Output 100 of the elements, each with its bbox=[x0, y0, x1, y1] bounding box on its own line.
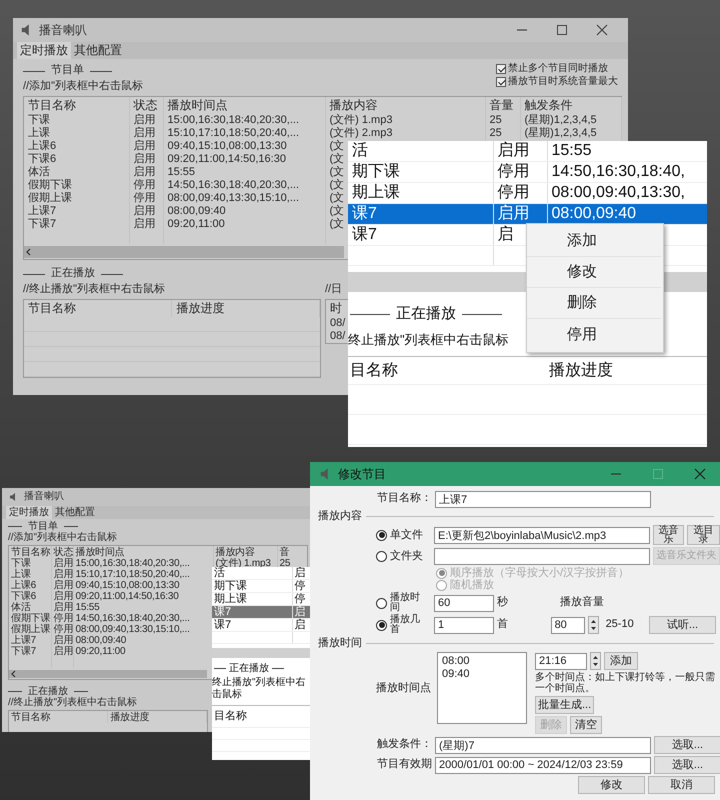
radio-button[interactable] bbox=[376, 550, 387, 562]
table-cell: 上课6 bbox=[24, 140, 129, 153]
input-field[interactable] bbox=[434, 548, 650, 564]
radio-option[interactable]: 播放时间 bbox=[376, 593, 431, 613]
table-cell: 上课7 bbox=[9, 635, 51, 646]
close-icon[interactable] bbox=[596, 24, 608, 36]
column-header: 节目名称 bbox=[9, 546, 51, 558]
table-cell: 停用 bbox=[129, 179, 163, 192]
radio-option[interactable]: 单文件 bbox=[376, 529, 431, 541]
window-title: 播音喇叭 bbox=[39, 22, 87, 38]
button[interactable]: 修改 bbox=[578, 776, 645, 794]
table-cell: 期下课 bbox=[212, 580, 292, 592]
button[interactable]: 选取... bbox=[654, 736, 720, 754]
radio-button[interactable] bbox=[376, 530, 387, 540]
input-field[interactable]: 上课7 bbox=[435, 490, 651, 508]
table-cell: 上课 bbox=[9, 569, 51, 580]
table-cell: 09:20,11:00,14:50,16:30 bbox=[163, 153, 325, 166]
button[interactable]: 清空 bbox=[570, 716, 602, 734]
table-row[interactable]: 活 启用 15:55 bbox=[348, 141, 707, 162]
table-cell: 启用 bbox=[129, 140, 163, 153]
tab[interactable]: 定时播放 bbox=[6, 506, 52, 519]
input-field[interactable]: E:\更新包2\boyinlaba\Music\2.mp3 bbox=[434, 526, 650, 544]
table-cell: 课7 bbox=[348, 224, 493, 246]
column-header: 节目名称 bbox=[9, 711, 108, 723]
close-icon[interactable] bbox=[694, 468, 706, 480]
spin-button[interactable] bbox=[590, 652, 601, 670]
speaker-icon bbox=[8, 492, 18, 502]
hint-text: //终止播放"列表框中右击鼠标 bbox=[23, 282, 166, 297]
button[interactable]: 试听... bbox=[649, 616, 716, 634]
table-cell: 启用 bbox=[129, 114, 163, 127]
group-heading: 播放时间 bbox=[318, 636, 362, 650]
input-field[interactable]: (星期)7 bbox=[435, 736, 651, 754]
table-cell: 下课7 bbox=[24, 218, 129, 231]
button[interactable]: 添加 bbox=[604, 652, 638, 670]
button[interactable]: 取消 bbox=[648, 776, 715, 794]
list-item[interactable]: 09:40 bbox=[442, 668, 522, 682]
tab[interactable]: 定时播放 bbox=[17, 42, 71, 59]
horizontal-scrollbar[interactable] bbox=[24, 246, 344, 258]
table-row[interactable]: 课7 启用 08:00,09:40 bbox=[348, 204, 707, 224]
table-cell: 08:00,09:40 bbox=[547, 204, 707, 224]
checkbox[interactable] bbox=[496, 64, 506, 74]
button[interactable]: 选目录 bbox=[687, 525, 720, 545]
tab[interactable]: 其他配置 bbox=[52, 506, 98, 519]
checkbox-option[interactable]: 禁止多个节目同时播放 bbox=[496, 63, 608, 75]
column-header: 播放时间点 bbox=[73, 546, 213, 558]
group-heading: 播放内容 bbox=[318, 510, 362, 524]
section-heading: 正在播放 bbox=[51, 267, 95, 281]
menu-item[interactable]: 修改 bbox=[527, 257, 661, 288]
input-field[interactable]: 1 bbox=[434, 616, 494, 634]
button[interactable]: 选音乐 bbox=[653, 525, 684, 545]
list-item[interactable]: 08:00 bbox=[442, 655, 522, 668]
table-row[interactable]: 期下课 停用 14:50,16:30,18:40, bbox=[348, 162, 707, 182]
column-header: 播放内容 bbox=[325, 97, 485, 114]
section-heading: 节目单 bbox=[28, 520, 58, 532]
table-row[interactable]: 课7 启 bbox=[212, 606, 310, 618]
table-cell: 09:40,15:10,08:00,13:30 bbox=[163, 140, 325, 153]
input-field[interactable]: 80 bbox=[550, 616, 585, 634]
table-cell: 活 bbox=[348, 141, 493, 162]
spin-button[interactable] bbox=[588, 616, 599, 634]
column-header: 播放进度 bbox=[108, 711, 206, 723]
menu-item[interactable]: 删除 bbox=[527, 288, 661, 319]
section-heading: 正在播放 bbox=[28, 686, 68, 696]
radio-option[interactable]: 文件夹 bbox=[376, 550, 431, 562]
button[interactable]: 选取... bbox=[654, 756, 720, 774]
menu-item[interactable]: 添加 bbox=[527, 226, 661, 257]
checkbox[interactable] bbox=[496, 77, 506, 87]
input-field[interactable]: 2000/01/01 00:00 ~ 2024/12/03 23:59 bbox=[435, 756, 651, 774]
checkbox-option[interactable]: 播放节目时系统音量最大 bbox=[496, 76, 618, 88]
table-cell: 15:00,16:30,18:40,20:30,... bbox=[163, 114, 325, 127]
radio-button[interactable] bbox=[376, 598, 387, 608]
button[interactable]: 批量生成... bbox=[535, 696, 594, 714]
window-title: 修改节目 bbox=[338, 466, 386, 482]
field-label: 播放音量 bbox=[560, 596, 604, 610]
input-field[interactable]: 60 bbox=[434, 594, 494, 612]
table-cell: 上课6 bbox=[9, 580, 51, 591]
table-cell: 体活 bbox=[24, 166, 129, 179]
time-list[interactable]: 08:00 09:40 bbox=[437, 652, 527, 724]
table-cell: 启用 bbox=[493, 141, 547, 162]
table-cell: 15:55 bbox=[547, 141, 707, 162]
radio-button[interactable] bbox=[376, 620, 387, 630]
table-cell: 14:50,16:30,18:40, bbox=[547, 162, 707, 182]
input-field[interactable]: 21:16 bbox=[535, 652, 587, 670]
table-cell: 停用 bbox=[51, 613, 73, 624]
unit-label: 首 bbox=[497, 618, 509, 632]
radio-option[interactable]: 播放几首 bbox=[376, 615, 431, 635]
tab[interactable]: 其他配置 bbox=[71, 42, 125, 59]
column-header: 节目名称 bbox=[24, 300, 172, 317]
field-label: 播放时间点 bbox=[376, 682, 432, 696]
maximize-icon[interactable] bbox=[556, 24, 568, 36]
table-cell: 假期上课 bbox=[9, 624, 51, 635]
note-text: 多个时间点：如上下课打铃等，一般只需一个时间点。 bbox=[535, 672, 716, 694]
table-cell: 假期下课 bbox=[9, 613, 51, 624]
table-cell: 课7 bbox=[212, 618, 292, 632]
table-cell: (星期)1,2,3,4,5 bbox=[520, 127, 621, 140]
horizontal-scrollbar[interactable] bbox=[9, 670, 207, 678]
table-cell: 课7 bbox=[348, 204, 493, 224]
table-cell: 假期上课 bbox=[24, 192, 129, 205]
window-title: 播音喇叭 bbox=[24, 491, 64, 503]
table-cell: 启用 bbox=[51, 569, 73, 580]
table-cell: 启用 bbox=[51, 602, 73, 613]
